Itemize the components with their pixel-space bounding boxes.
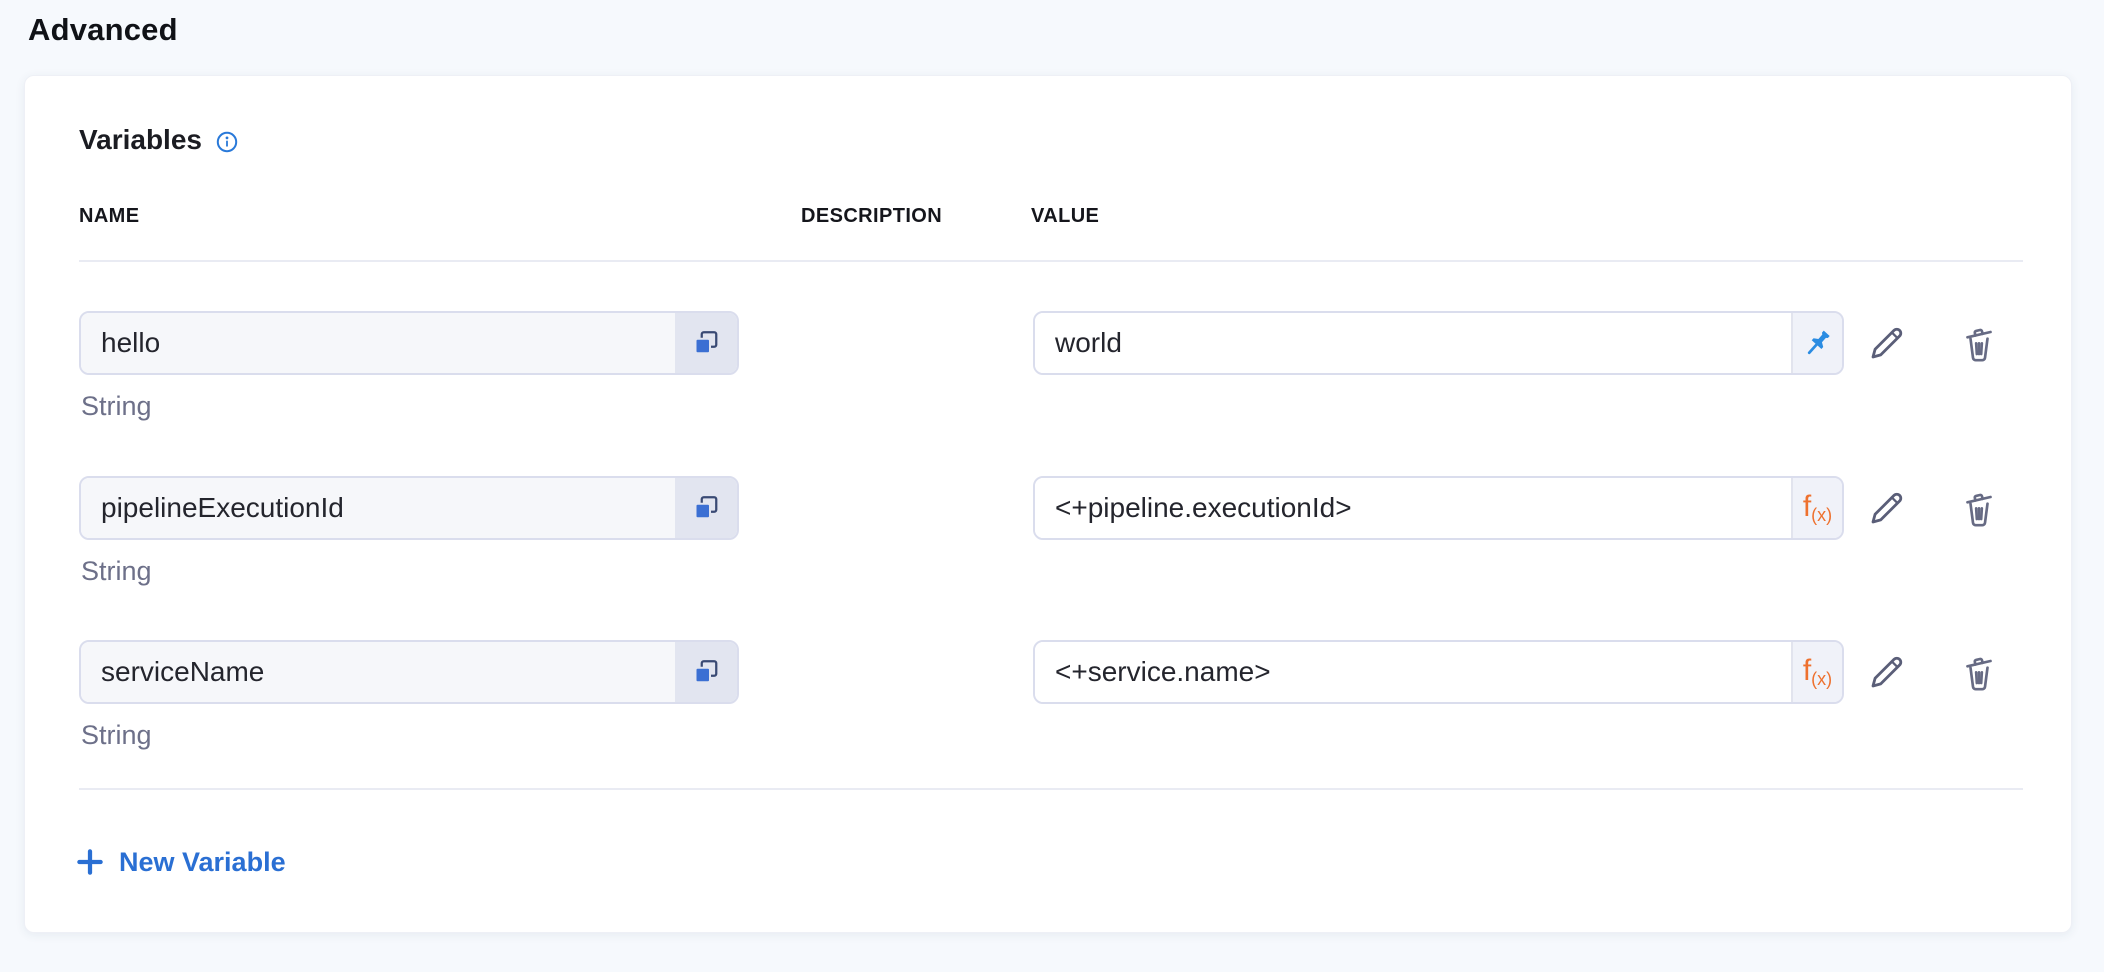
column-header-name: NAME: [79, 205, 140, 228]
pencil-icon[interactable]: [1861, 484, 1913, 532]
variable-type-label: String: [81, 556, 152, 587]
variable-name-input[interactable]: [81, 313, 675, 373]
variable-value-input[interactable]: [1035, 478, 1791, 538]
variables-card: Variables NAME DESCRIPTION VALUE String: [24, 75, 2072, 933]
pencil-icon[interactable]: [1861, 648, 1913, 696]
column-header-value: VALUE: [1031, 205, 1099, 228]
new-variable-button[interactable]: New Variable: [75, 840, 286, 884]
variable-value-field: f (x): [1033, 640, 1844, 704]
trash-icon[interactable]: [1953, 648, 2005, 696]
variables-title: Variables: [79, 124, 202, 156]
variable-name-input[interactable]: [81, 642, 675, 702]
header-divider: [79, 260, 2023, 262]
info-icon[interactable]: [215, 130, 239, 154]
trash-icon[interactable]: [1953, 319, 2005, 367]
page-title: Advanced: [28, 12, 178, 48]
variable-name-field: [79, 476, 739, 540]
fx-icon[interactable]: f (x): [1791, 478, 1842, 538]
footer-divider: [79, 788, 2023, 790]
variable-value-field: [1033, 311, 1844, 375]
pencil-icon[interactable]: [1861, 319, 1913, 367]
column-header-description: DESCRIPTION: [801, 205, 942, 228]
variable-type-label: String: [81, 720, 152, 751]
variable-value-input[interactable]: [1035, 313, 1791, 373]
variable-value-field: f (x): [1033, 476, 1844, 540]
variables-section-header: Variables: [79, 124, 239, 156]
fx-icon[interactable]: f (x): [1791, 642, 1842, 702]
variable-type-label: String: [81, 391, 152, 422]
pin-icon[interactable]: [1791, 313, 1842, 373]
variable-name-field: [79, 640, 739, 704]
copy-icon[interactable]: [675, 313, 737, 373]
plus-icon: [75, 847, 105, 877]
copy-icon[interactable]: [675, 478, 737, 538]
trash-icon[interactable]: [1953, 484, 2005, 532]
variable-row: String f (x): [25, 640, 2073, 760]
variable-name-field: [79, 311, 739, 375]
new-variable-label: New Variable: [119, 847, 286, 878]
copy-icon[interactable]: [675, 642, 737, 702]
variable-name-input[interactable]: [81, 478, 675, 538]
variable-row: String f (x): [25, 476, 2073, 596]
variable-row: String: [25, 311, 2073, 431]
variable-value-input[interactable]: [1035, 642, 1791, 702]
